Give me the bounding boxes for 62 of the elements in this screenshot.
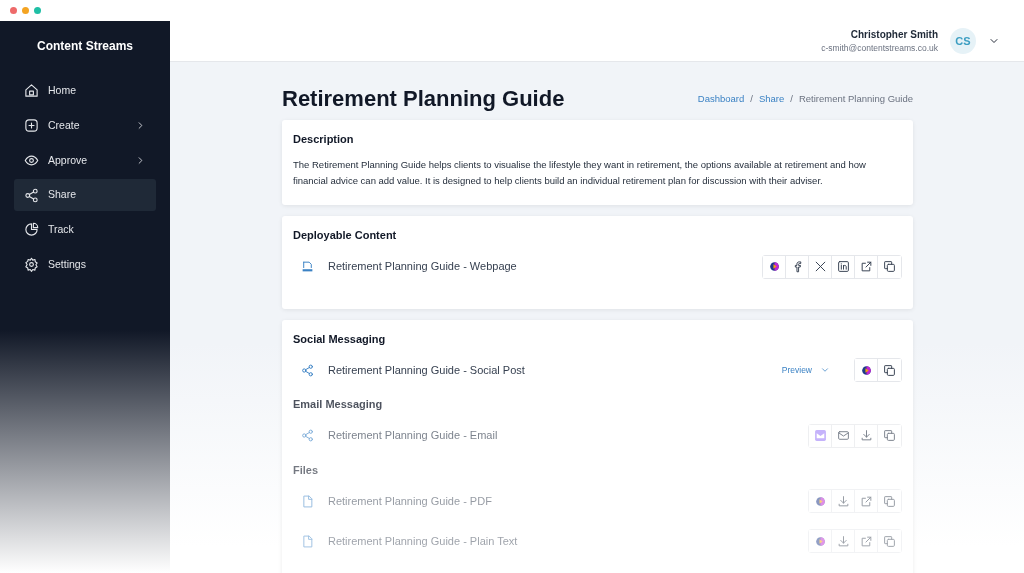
nav-item[interactable]: Home	[14, 75, 156, 107]
breadcrumb-separator: /	[790, 93, 793, 105]
nav-item[interactable]: Approve	[14, 144, 156, 177]
brand-logo-icon	[813, 494, 827, 508]
file-icon	[301, 494, 314, 508]
preview-dropdown[interactable]: Preview	[781, 363, 830, 377]
download-icon	[836, 494, 850, 508]
copy-icon	[883, 494, 896, 508]
minimize-dot[interactable]	[22, 7, 29, 14]
content-title: Retirement Planning Guide - Plain Text	[328, 534, 519, 549]
brand-logo-icon	[767, 260, 781, 274]
brand-logo-icon	[813, 534, 827, 548]
description-text: The Retirement Planning Guide helps clients to visualise the lifestyle they want in retirement, the options available at retirement and how financial advice can add value. It is designed to help clients build an individual retirement plan for discussion with their adviser.	[293, 157, 867, 188]
mail-icon	[836, 429, 850, 443]
brand-logo-icon	[859, 363, 873, 377]
linkedin-icon	[836, 260, 850, 274]
copy-icon	[883, 429, 896, 443]
content-title: Retirement Planning Guide - PDF	[328, 494, 493, 509]
eye-icon	[24, 152, 39, 168]
email-template-icon	[813, 429, 827, 443]
share-icon	[301, 429, 314, 443]
maximize-dot[interactable]	[34, 7, 41, 14]
external-link-icon	[859, 494, 873, 508]
action-button[interactable]	[763, 255, 786, 278]
close-dot[interactable]	[10, 7, 17, 14]
content-title: Retirement Planning Guide - Email	[328, 428, 499, 444]
section-heading: Files	[293, 462, 320, 478]
nav-item[interactable]: Share	[14, 179, 156, 211]
download-icon	[836, 534, 850, 548]
user-email: c-smith@contentstreams.co.uk	[821, 42, 938, 55]
home-icon	[24, 83, 39, 99]
download-icon	[859, 429, 873, 443]
breadcrumb-current: Retirement Planning Guide	[798, 93, 913, 105]
page-title: Retirement Planning Guide	[282, 86, 565, 113]
app-title: Content Streams	[36, 38, 134, 55]
file-icon	[301, 534, 314, 548]
copy-icon	[883, 363, 896, 377]
user-name: Christopher Smith	[849, 28, 938, 43]
x-logo-icon	[813, 260, 827, 274]
section-heading: Social Messaging	[293, 331, 387, 347]
breadcrumb-link[interactable]: Share	[758, 93, 785, 105]
html-file-icon	[301, 260, 314, 274]
share-icon	[24, 187, 39, 203]
nav-item[interactable]: Settings	[14, 248, 156, 281]
copy-icon	[883, 260, 896, 274]
plus-icon	[24, 118, 39, 134]
breadcrumb-link[interactable]: Dashboard	[697, 93, 745, 105]
nav-item[interactable]: Track	[14, 214, 156, 246]
section-heading: Email Messaging	[293, 397, 384, 413]
content-title: Retirement Planning Guide - Webpage	[328, 259, 518, 275]
pie-chart-icon	[24, 222, 39, 238]
breadcrumb-separator: /	[750, 93, 753, 105]
external-link-icon	[859, 534, 873, 548]
settings-icon	[24, 257, 39, 273]
content-title: Retirement Planning Guide - Social Post	[328, 363, 526, 378]
copy-icon	[883, 534, 896, 548]
share-icon	[301, 363, 314, 377]
action-button[interactable]	[855, 359, 878, 382]
external-link-icon	[859, 260, 873, 274]
section-heading: Deployable Content	[293, 228, 398, 244]
nav-item[interactable]: Create	[14, 109, 156, 142]
card-heading: Description	[293, 132, 355, 148]
